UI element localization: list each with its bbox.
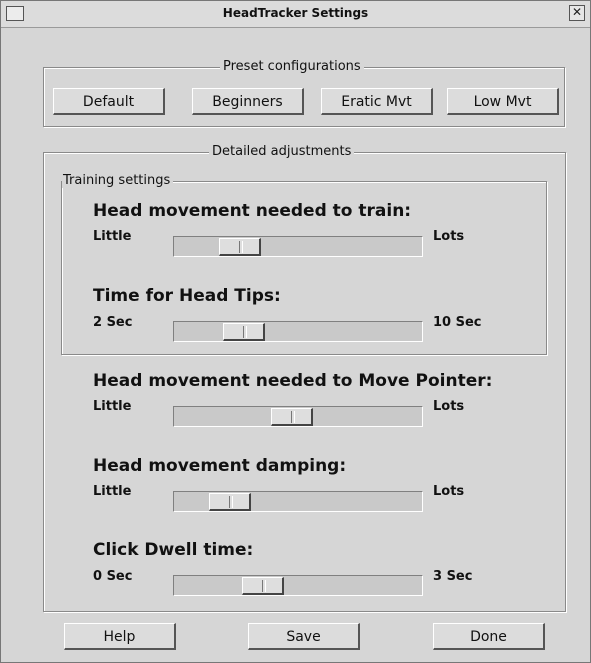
slider-grip-icon: [229, 496, 233, 508]
head-tips-time-slider-thumb[interactable]: [223, 323, 265, 341]
head-tips-time-max-label: 10 Sec: [433, 315, 482, 330]
preset-eratic-mvt-button[interactable]: Eratic Mvt: [321, 88, 433, 115]
move-pointer-slider[interactable]: [173, 406, 423, 427]
done-button[interactable]: Done: [433, 623, 545, 650]
title-bar[interactable]: HeadTracker Settings ✕: [1, 1, 590, 28]
move-pointer-max-label: Lots: [433, 399, 465, 414]
slider-grip-icon: [291, 411, 295, 423]
training-settings-legend: Training settings: [62, 173, 174, 188]
click-dwell-slider-thumb[interactable]: [242, 577, 284, 595]
click-dwell-slider[interactable]: [173, 575, 423, 596]
train-movement-max-label: Lots: [433, 229, 465, 244]
train-movement-min-label: Little: [93, 229, 132, 244]
head-tips-time-heading: Time for Head Tips:: [93, 286, 281, 306]
help-button[interactable]: Help: [64, 623, 176, 650]
train-movement-heading: Head movement needed to train:: [93, 201, 412, 221]
damping-heading: Head movement damping:: [93, 456, 347, 476]
damping-max-label: Lots: [433, 484, 465, 499]
click-dwell-heading: Click Dwell time:: [93, 540, 254, 560]
move-pointer-slider-thumb[interactable]: [271, 408, 313, 426]
head-tips-time-slider[interactable]: [173, 321, 423, 342]
detailed-adjustments-legend: Detailed adjustments: [209, 144, 355, 159]
head-tips-time-min-label: 2 Sec: [93, 315, 133, 330]
slider-grip-icon: [243, 326, 247, 338]
preset-low-mvt-button[interactable]: Low Mvt: [447, 88, 559, 115]
move-pointer-min-label: Little: [93, 399, 132, 414]
slider-grip-icon: [262, 580, 266, 592]
slider-grip-icon: [239, 241, 243, 253]
click-dwell-max-label: 3 Sec: [433, 569, 473, 584]
preset-configurations-legend: Preset configurations: [220, 59, 364, 74]
close-icon[interactable]: ✕: [569, 5, 585, 21]
window-title: HeadTracker Settings: [222, 6, 369, 20]
save-button[interactable]: Save: [248, 623, 360, 650]
train-movement-slider-thumb[interactable]: [219, 238, 261, 256]
click-dwell-min-label: 0 Sec: [93, 569, 133, 584]
damping-slider[interactable]: [173, 491, 423, 512]
train-movement-slider[interactable]: [173, 236, 423, 257]
damping-min-label: Little: [93, 484, 132, 499]
damping-slider-thumb[interactable]: [209, 493, 251, 511]
preset-default-button[interactable]: Default: [53, 88, 165, 115]
preset-beginners-button[interactable]: Beginners: [192, 88, 304, 115]
move-pointer-heading: Head movement needed to Move Pointer:: [93, 371, 493, 391]
headtracker-settings-window: HeadTracker Settings ✕ Preset configurat…: [0, 0, 591, 663]
